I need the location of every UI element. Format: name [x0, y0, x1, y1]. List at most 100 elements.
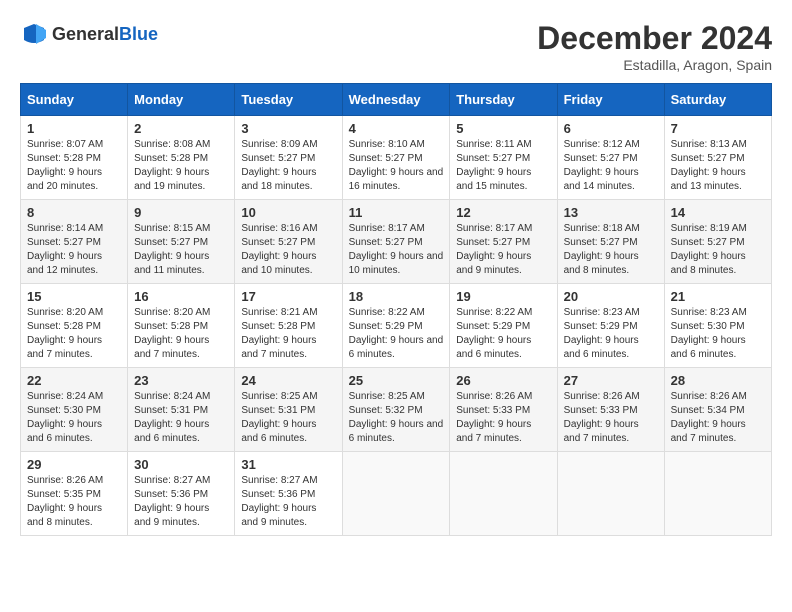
day-number: 25 — [349, 373, 444, 388]
calendar-cell: 12 Sunrise: 8:17 AM Sunset: 5:27 PM Dayli… — [450, 200, 557, 284]
calendar-cell: 3 Sunrise: 8:09 AM Sunset: 5:27 PM Daylig… — [235, 116, 342, 200]
calendar-cell — [664, 452, 771, 536]
day-info: Sunrise: 8:17 AM Sunset: 5:27 PM Dayligh… — [349, 222, 444, 278]
day-info: Sunrise: 8:27 AM Sunset: 5:36 PM Dayligh… — [241, 474, 335, 530]
logo: GeneralBlue — [20, 20, 158, 48]
day-info: Sunrise: 8:10 AM Sunset: 5:27 PM Dayligh… — [349, 138, 444, 194]
day-info: Sunrise: 8:26 AM Sunset: 5:33 PM Dayligh… — [564, 390, 658, 446]
calendar-week-3: 15 Sunrise: 8:20 AM Sunset: 5:28 PM Dayli… — [21, 284, 772, 368]
calendar-cell: 11 Sunrise: 8:17 AM Sunset: 5:27 PM Dayli… — [342, 200, 450, 284]
calendar-cell: 15Sunrise: 8:20 AM Sunset: 5:28 PM Dayli… — [21, 284, 128, 368]
day-info: Sunrise: 8:23 AM Sunset: 5:30 PM Dayligh… — [671, 306, 765, 362]
calendar-cell: 29Sunrise: 8:26 AM Sunset: 5:35 PM Dayli… — [21, 452, 128, 536]
day-number: 11 — [349, 205, 444, 220]
day-number: 10 — [241, 205, 335, 220]
logo-text: GeneralBlue — [52, 24, 158, 45]
logo-general: General — [52, 24, 119, 44]
col-wednesday: Wednesday — [342, 84, 450, 116]
day-number: 26 — [456, 373, 550, 388]
day-number: 3 — [241, 121, 335, 136]
day-info: Sunrise: 8:19 AM Sunset: 5:27 PM Dayligh… — [671, 222, 765, 278]
col-tuesday: Tuesday — [235, 84, 342, 116]
day-number: 17 — [241, 289, 335, 304]
day-info: Sunrise: 8:23 AM Sunset: 5:29 PM Dayligh… — [564, 306, 658, 362]
day-number: 8 — [27, 205, 121, 220]
day-number: 6 — [564, 121, 658, 136]
day-number: 12 — [456, 205, 550, 220]
day-number: 16 — [134, 289, 228, 304]
day-number: 23 — [134, 373, 228, 388]
col-sunday: Sunday — [21, 84, 128, 116]
calendar-cell: 14 Sunrise: 8:19 AM Sunset: 5:27 PM Dayli… — [664, 200, 771, 284]
day-info: Sunrise: 8:16 AM Sunset: 5:27 PM Dayligh… — [241, 222, 335, 278]
day-number: 7 — [671, 121, 765, 136]
calendar-cell: 19 Sunrise: 8:22 AM Sunset: 5:29 PM Dayli… — [450, 284, 557, 368]
col-monday: Monday — [128, 84, 235, 116]
calendar-cell: 24 Sunrise: 8:25 AM Sunset: 5:31 PM Dayli… — [235, 368, 342, 452]
day-info: Sunrise: 8:08 AM Sunset: 5:28 PM Dayligh… — [134, 138, 228, 194]
location: Estadilla, Aragon, Spain — [537, 57, 772, 73]
calendar-cell: 20Sunrise: 8:23 AM Sunset: 5:29 PM Dayli… — [557, 284, 664, 368]
day-info: Sunrise: 8:07 AM Sunset: 5:28 PM Dayligh… — [27, 138, 121, 194]
day-info: Sunrise: 8:14 AM Sunset: 5:27 PM Dayligh… — [27, 222, 121, 278]
day-number: 22 — [27, 373, 121, 388]
calendar-cell: 9 Sunrise: 8:15 AM Sunset: 5:27 PM Daylig… — [128, 200, 235, 284]
calendar-cell: 28 Sunrise: 8:26 AM Sunset: 5:34 PM Dayli… — [664, 368, 771, 452]
day-info: Sunrise: 8:12 AM Sunset: 5:27 PM Dayligh… — [564, 138, 658, 194]
day-number: 29 — [27, 457, 121, 472]
day-number: 21 — [671, 289, 765, 304]
day-info: Sunrise: 8:15 AM Sunset: 5:27 PM Dayligh… — [134, 222, 228, 278]
col-saturday: Saturday — [664, 84, 771, 116]
day-number: 5 — [456, 121, 550, 136]
day-info: Sunrise: 8:24 AM Sunset: 5:31 PM Dayligh… — [134, 390, 228, 446]
day-info: Sunrise: 8:18 AM Sunset: 5:27 PM Dayligh… — [564, 222, 658, 278]
page-header: GeneralBlue December 2024 Estadilla, Ara… — [20, 20, 772, 73]
day-number: 31 — [241, 457, 335, 472]
calendar-cell: 17Sunrise: 8:21 AM Sunset: 5:28 PM Dayli… — [235, 284, 342, 368]
day-info: Sunrise: 8:26 AM Sunset: 5:34 PM Dayligh… — [671, 390, 765, 446]
calendar-cell: 2Sunrise: 8:08 AM Sunset: 5:28 PM Daylig… — [128, 116, 235, 200]
day-number: 28 — [671, 373, 765, 388]
month-title: December 2024 — [537, 20, 772, 57]
calendar-week-1: 1 Sunrise: 8:07 AM Sunset: 5:28 PM Daylig… — [21, 116, 772, 200]
day-info: Sunrise: 8:24 AM Sunset: 5:30 PM Dayligh… — [27, 390, 121, 446]
calendar-cell: 6 Sunrise: 8:12 AM Sunset: 5:27 PM Daylig… — [557, 116, 664, 200]
day-info: Sunrise: 8:11 AM Sunset: 5:27 PM Dayligh… — [456, 138, 550, 194]
day-number: 14 — [671, 205, 765, 220]
day-number: 1 — [27, 121, 121, 136]
calendar-cell: 27 Sunrise: 8:26 AM Sunset: 5:33 PM Dayli… — [557, 368, 664, 452]
day-info: Sunrise: 8:09 AM Sunset: 5:27 PM Dayligh… — [241, 138, 335, 194]
day-number: 24 — [241, 373, 335, 388]
day-info: Sunrise: 8:22 AM Sunset: 5:29 PM Dayligh… — [349, 306, 444, 362]
day-info: Sunrise: 8:26 AM Sunset: 5:33 PM Dayligh… — [456, 390, 550, 446]
calendar-cell: 8 Sunrise: 8:14 AM Sunset: 5:27 PM Daylig… — [21, 200, 128, 284]
calendar: Sunday Monday Tuesday Wednesday Thursday… — [20, 83, 772, 536]
day-info: Sunrise: 8:22 AM Sunset: 5:29 PM Dayligh… — [456, 306, 550, 362]
day-info: Sunrise: 8:25 AM Sunset: 5:31 PM Dayligh… — [241, 390, 335, 446]
day-info: Sunrise: 8:25 AM Sunset: 5:32 PM Dayligh… — [349, 390, 444, 446]
calendar-cell — [557, 452, 664, 536]
title-section: December 2024 Estadilla, Aragon, Spain — [537, 20, 772, 73]
calendar-cell: 21 Sunrise: 8:23 AM Sunset: 5:30 PM Dayli… — [664, 284, 771, 368]
calendar-week-5: 29Sunrise: 8:26 AM Sunset: 5:35 PM Dayli… — [21, 452, 772, 536]
logo-icon — [20, 20, 48, 48]
day-info: Sunrise: 8:20 AM Sunset: 5:28 PM Dayligh… — [134, 306, 228, 362]
day-number: 27 — [564, 373, 658, 388]
day-number: 13 — [564, 205, 658, 220]
day-number: 9 — [134, 205, 228, 220]
calendar-week-4: 22 Sunrise: 8:24 AM Sunset: 5:30 PM Dayli… — [21, 368, 772, 452]
calendar-cell — [342, 452, 450, 536]
day-number: 15 — [27, 289, 121, 304]
calendar-cell: 30 Sunrise: 8:27 AM Sunset: 5:36 PM Dayli… — [128, 452, 235, 536]
calendar-cell: 7 Sunrise: 8:13 AM Sunset: 5:27 PM Daylig… — [664, 116, 771, 200]
day-info: Sunrise: 8:13 AM Sunset: 5:27 PM Dayligh… — [671, 138, 765, 194]
calendar-cell: 26 Sunrise: 8:26 AM Sunset: 5:33 PM Dayli… — [450, 368, 557, 452]
calendar-cell: 22 Sunrise: 8:24 AM Sunset: 5:30 PM Dayli… — [21, 368, 128, 452]
calendar-cell: 25 Sunrise: 8:25 AM Sunset: 5:32 PM Dayli… — [342, 368, 450, 452]
calendar-cell — [450, 452, 557, 536]
day-info: Sunrise: 8:27 AM Sunset: 5:36 PM Dayligh… — [134, 474, 228, 530]
day-number: 19 — [456, 289, 550, 304]
day-number: 18 — [349, 289, 444, 304]
day-info: Sunrise: 8:17 AM Sunset: 5:27 PM Dayligh… — [456, 222, 550, 278]
day-number: 30 — [134, 457, 228, 472]
